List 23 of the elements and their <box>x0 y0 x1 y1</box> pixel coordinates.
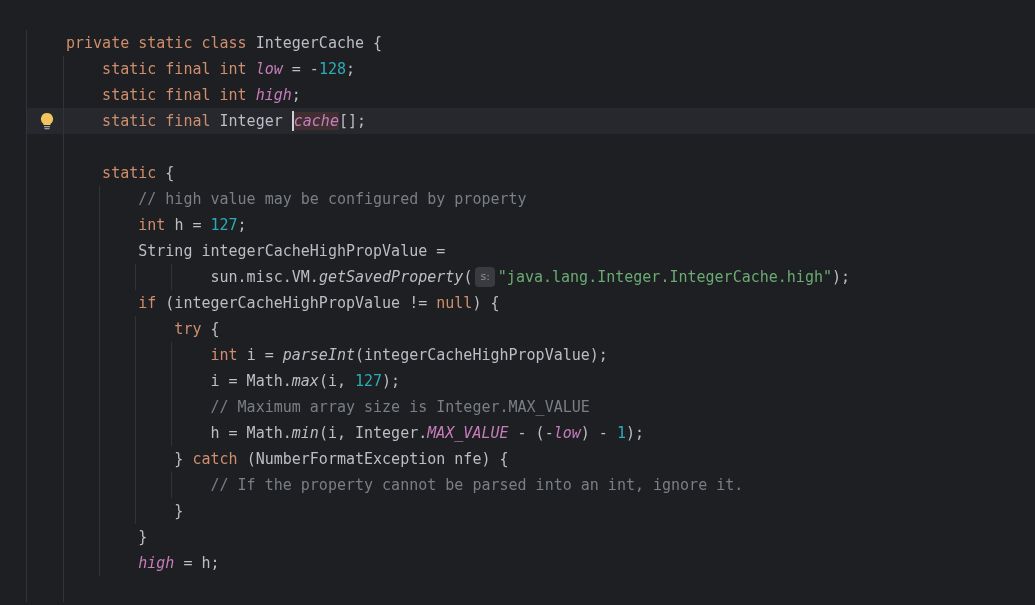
code-text: static final int high; <box>101 85 301 106</box>
code-text: high = h; <box>137 553 220 574</box>
code-text: // high value may be configured by property <box>137 189 527 210</box>
code-text: if (integerCacheHighPropValue != null) { <box>137 293 500 314</box>
code-text: try { <box>173 319 220 340</box>
code-text: static final int low = -128; <box>101 59 355 80</box>
code-text: static final Integer <box>101 111 284 132</box>
code-text: } <box>137 527 148 548</box>
code-text: // If the property cannot be parsed into an int, ignore it. <box>209 475 744 496</box>
code-text: h = Math.min(i, Integer.MAX_VALUE - (-low) - 1); <box>209 423 644 444</box>
code-text: private static class IntegerCache { <box>66 33 383 54</box>
code-text: } catch (NumberFormatException nfe) { <box>173 449 509 470</box>
code-text: String integerCacheHighPropValue = <box>137 241 446 262</box>
code-text: int i = parseInt(integerCacheHighPropValue); <box>209 345 608 366</box>
code-text: sun.misc.VM.getSavedProperty( <box>209 267 473 288</box>
code-text: i = Math.max(i, 127); <box>209 371 401 392</box>
code-text: // Maximum array size is Integer.MAX_VALUE <box>209 397 590 418</box>
code-text: } <box>173 501 184 522</box>
code-text: "java.lang.Integer.IntegerCache.high"); <box>497 267 851 288</box>
code-text: static { <box>101 163 175 184</box>
parameter-hint: s: <box>475 267 495 287</box>
lightbulb-icon[interactable] <box>39 112 54 130</box>
code-text: int h = 127; <box>137 215 247 236</box>
